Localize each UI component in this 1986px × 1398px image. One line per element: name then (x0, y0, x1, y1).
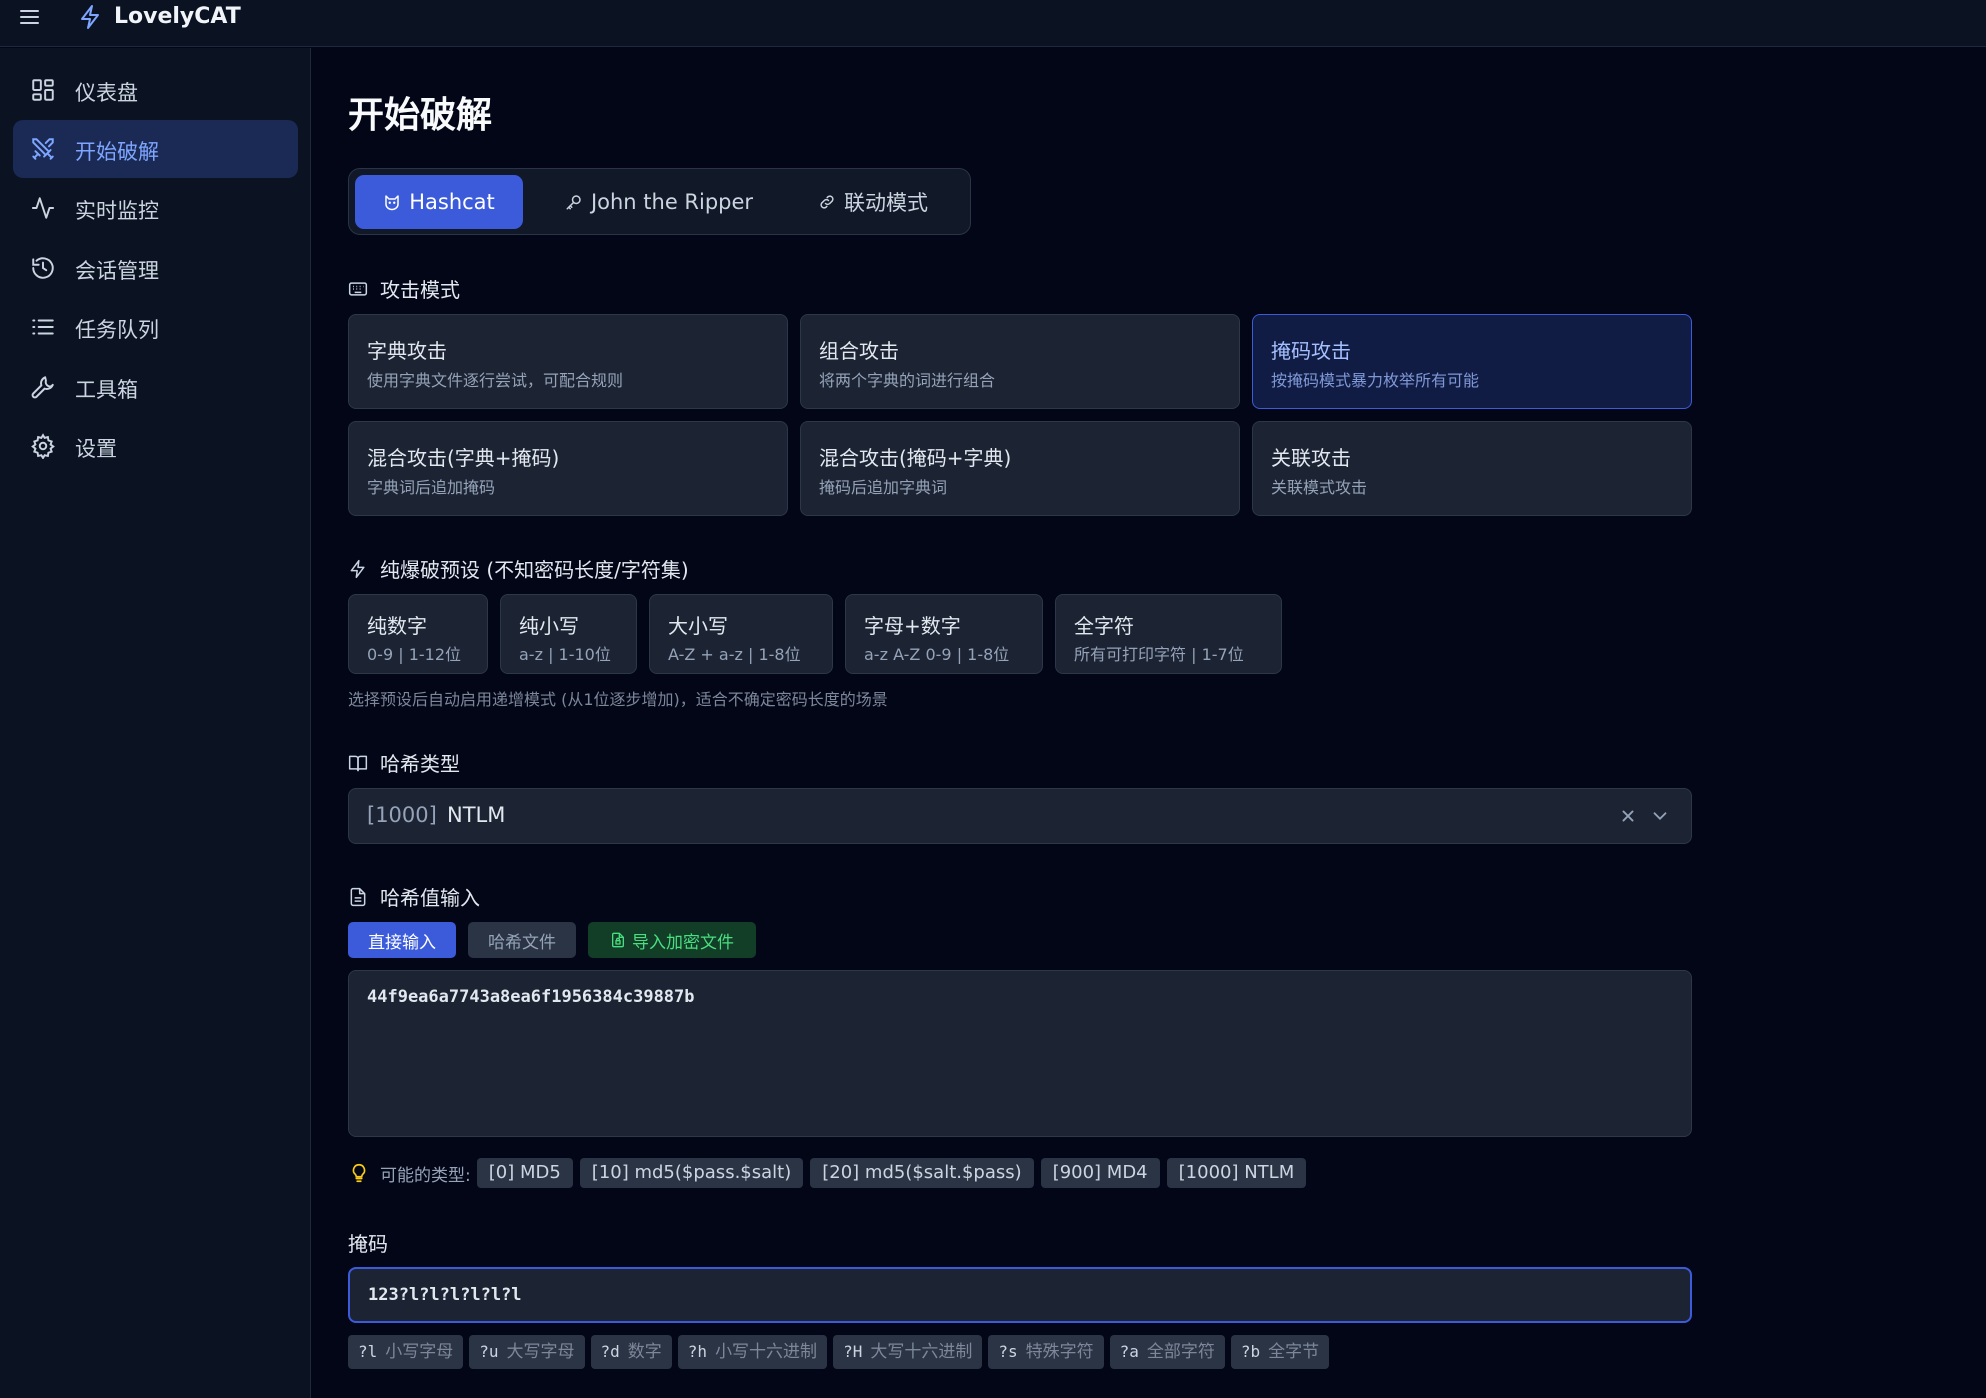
keyboard-icon (348, 281, 368, 296)
key-icon (566, 195, 581, 210)
preset-all-chars[interactable]: 全字符 所有可打印字符 | 1-7位 (1055, 594, 1282, 674)
tab-linked[interactable]: 联动模式 (789, 175, 957, 229)
charset-chip-digit[interactable]: ?d 数字 (590, 1335, 672, 1369)
sidebar: 仪表盘 开始破解 实时监控 会话管理 任务队列 工具箱 设置 (0, 48, 311, 1398)
attack-mode-dictionary[interactable]: 字典攻击 使用字典文件逐行尝试，可配合规则 (348, 314, 788, 409)
page-title: 开始破解 (348, 95, 493, 136)
charset-chip-hex-lower[interactable]: ?h 小写十六进制 (677, 1335, 828, 1369)
preset-mixed-case[interactable]: 大小写 A-Z + a-z | 1-8位 (649, 594, 833, 674)
history-icon (32, 257, 54, 279)
hash-type-chip[interactable]: [20] md5($salt.$pass) (810, 1158, 1034, 1188)
hash-type-chip[interactable]: [1000] NTLM (1166, 1158, 1307, 1188)
hash-type-chip[interactable]: [900] MD4 (1040, 1158, 1160, 1188)
sidebar-item-start-crack[interactable]: 开始破解 (13, 120, 298, 178)
hash-type-chip[interactable]: [10] md5($pass.$salt) (579, 1158, 804, 1188)
preset-lowercase[interactable]: 纯小写 a-z | 1-10位 (500, 594, 637, 674)
tab-john[interactable]: John the Ripper (549, 175, 769, 229)
sidebar-item-label: 工具箱 (75, 378, 138, 402)
attack-mode-combinator[interactable]: 组合攻击 将两个字典的词进行组合 (800, 314, 1240, 409)
engine-tabs: Hashcat John the Ripper 联动模式 (348, 168, 971, 235)
direct-input-button[interactable]: 直接输入 (348, 922, 456, 958)
tab-label: Hashcat (409, 190, 495, 214)
mask-charset-chips: ?l 小写字母 ?u 大写字母 ?d 数字 ?h 小写十六进制 ?H 大写十六进制 ?s 特… (348, 1335, 1335, 1369)
activity-icon (32, 197, 54, 219)
menu-icon[interactable] (20, 8, 42, 26)
charset-chip-upper[interactable]: ?u 大写字母 (469, 1335, 585, 1369)
swords-icon (32, 138, 54, 160)
hash-type-select[interactable]: [1000] NTLM (348, 788, 1692, 844)
dashboard-icon (32, 79, 54, 101)
top-bar: LovelyCAT (0, 0, 1986, 47)
cat-icon (385, 195, 399, 211)
sidebar-item-label: 开始破解 (75, 140, 159, 164)
hash-type-value: NTLM (447, 803, 506, 827)
attack-mode-label: 攻击模式 (348, 274, 460, 303)
sidebar-item-sessions[interactable]: 会话管理 (13, 239, 298, 297)
possible-types-row: 可能的类型: [0] MD5 [10] md5($pass.$salt) [20… (348, 1157, 1313, 1189)
preset-alphanumeric[interactable]: 字母+数字 a-z A-Z 0-9 | 1-8位 (845, 594, 1043, 674)
charset-chip-hex-upper[interactable]: ?H 大写十六进制 (833, 1335, 983, 1369)
attack-mode-hybrid-mask-dict[interactable]: 混合攻击(掩码+字典) 掩码后追加字典词 (800, 421, 1240, 516)
sidebar-item-label: 任务队列 (75, 318, 159, 342)
possible-types-label: 可能的类型: (380, 1165, 471, 1186)
tab-label: John the Ripper (590, 190, 754, 214)
app-name: LovelyCAT (114, 4, 241, 29)
preset-digits[interactable]: 纯数字 0-9 | 1-12位 (348, 594, 488, 674)
wrench-icon (31, 376, 54, 399)
sidebar-item-label: 仪表盘 (75, 81, 138, 105)
attack-mode-hybrid-dict-mask[interactable]: 混合攻击(字典+掩码) 字典词后追加掩码 (348, 421, 788, 516)
hash-input-label: 哈希值输入 (348, 882, 480, 911)
mask-label: 掩码 (348, 1232, 388, 1256)
link-icon (820, 195, 834, 209)
tab-label: 联动模式 (844, 191, 928, 215)
list-icon (32, 319, 54, 335)
sidebar-item-toolbox[interactable]: 工具箱 (13, 358, 298, 416)
close-icon[interactable] (1617, 805, 1639, 827)
sidebar-item-label: 会话管理 (75, 259, 159, 283)
hash-type-label: 哈希类型 (348, 748, 460, 777)
sidebar-item-label: 实时监控 (75, 199, 159, 223)
charset-chip-bytes[interactable]: ?b 全字节 (1230, 1335, 1330, 1369)
import-encrypted-file-button[interactable]: 导入加密文件 (588, 922, 756, 958)
file-text-icon (350, 887, 366, 906)
book-icon (348, 755, 368, 771)
sidebar-item-settings[interactable]: 设置 (13, 417, 298, 475)
hash-value-input[interactable]: 44f9ea6a7743a8ea6f1956384c39887b (348, 970, 1692, 1137)
presets-label: 纯爆破预设 (不知密码长度/字符集) (348, 554, 689, 583)
tab-hashcat[interactable]: Hashcat (355, 175, 523, 229)
sidebar-item-monitor[interactable]: 实时监控 (13, 179, 298, 237)
lightning-icon (81, 5, 99, 29)
hash-type-code: [1000] (367, 803, 437, 827)
sidebar-item-label: 设置 (75, 437, 117, 461)
lightbulb-icon (352, 1163, 366, 1183)
gear-icon (31, 433, 55, 459)
charset-chip-all[interactable]: ?a 全部字符 (1109, 1335, 1225, 1369)
presets-hint: 选择预设后自动启用递增模式 (从1位逐步增加)，适合不确定密码长度的场景 (348, 690, 888, 709)
mask-input[interactable] (348, 1267, 1692, 1323)
chevron-down-icon[interactable] (1649, 805, 1671, 827)
main-content: 开始破解 Hashcat John the Ripper 联动模式 攻击模式 字… (312, 48, 1986, 1398)
attack-mode-mask[interactable]: 掩码攻击 按掩码模式暴力枚举所有可能 (1252, 314, 1692, 409)
file-lock-icon (612, 932, 624, 948)
hash-type-chip[interactable]: [0] MD5 (476, 1158, 573, 1188)
charset-chip-lower[interactable]: ?l 小写字母 (348, 1335, 464, 1369)
lightning-icon (350, 559, 365, 578)
sidebar-item-queue[interactable]: 任务队列 (13, 298, 298, 356)
sidebar-item-dashboard[interactable]: 仪表盘 (13, 61, 298, 119)
charset-chip-special[interactable]: ?s 特殊字符 (988, 1335, 1104, 1369)
attack-mode-association[interactable]: 关联攻击 关联模式攻击 (1252, 421, 1692, 516)
hash-file-button[interactable]: 哈希文件 (468, 922, 576, 958)
